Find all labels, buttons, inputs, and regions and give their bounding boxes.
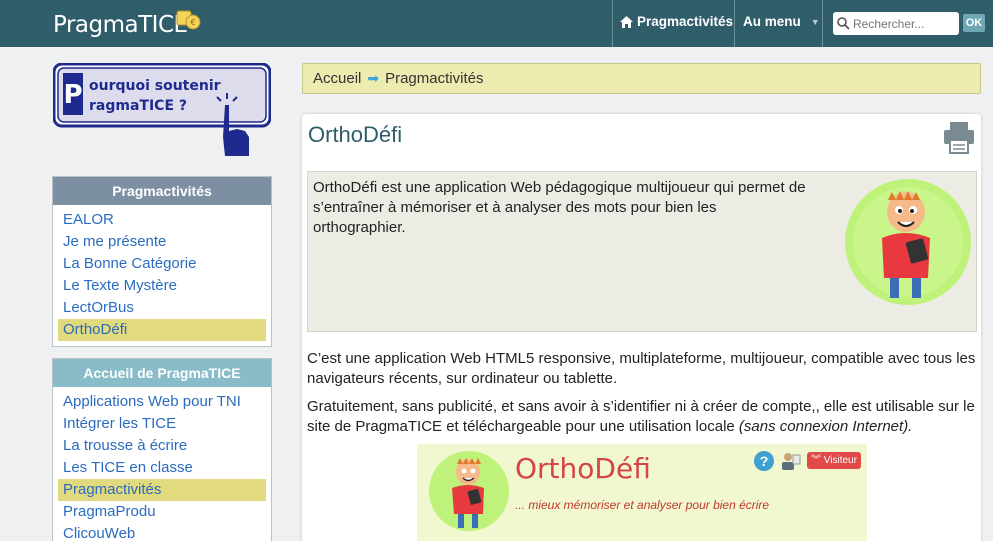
top-navigation-bar: PragmaTICE € Pragmactivités Au menu ▼ OK [0,0,993,47]
coins-icon: € [176,10,201,30]
support-pragmatice-banner[interactable]: P ourquoi soutenir ragmaTICE ? [53,63,271,158]
sidebar-pragmactivites-link[interactable]: OrthoDéfi [58,319,266,341]
app-title: OrthoDéfi [515,452,651,485]
breadcrumb-home[interactable]: Accueil [313,70,361,87]
sidebar-accueil-link[interactable]: Pragmactivités [58,479,266,501]
search-icon [837,17,850,30]
nav-divider [612,0,613,47]
nav-pragmactivites-label: Pragmactivités [637,14,734,29]
paragraph-free-italic: (sans connexion Internet). [738,418,913,435]
teacher-user-icon[interactable] [779,451,801,471]
search-field [833,12,959,35]
sidebar-accueil-link[interactable]: PragmaProdu [58,501,266,523]
sidebar-panel-pragmactivites: Pragmactivités EALOR Je me présente La Bon… [52,176,272,347]
breadcrumb: Accueil ➡ Pragmactivités [302,63,981,94]
site-logo[interactable]: PragmaTICE [53,12,188,38]
page-title: OrthoDéfi [308,122,403,147]
sidebar-pragmactivites-link[interactable]: Je me présente [58,231,266,253]
panel-title: Pragmactivités [53,177,271,205]
sidebar-pragmactivites-link[interactable]: Le Texte Mystère [58,275,266,297]
help-icon[interactable]: ? [754,451,774,471]
mascot-with-tablet-image [845,179,971,305]
search-ok-button[interactable]: OK [963,14,985,32]
sidebar-pragmactivites-link[interactable]: LectOrBus [58,297,266,319]
sidebar-panel-accueil: Accueil de PragmaTICE Applications Web p… [52,358,272,541]
sidebar-pragmactivites-link[interactable]: La Bonne Catégorie [58,253,266,275]
panel-links: Applications Web pour TNI Intégrer les TI… [53,387,271,541]
mascot-avatar-image [429,451,509,531]
home-icon [620,15,633,28]
promo-initial: P [63,80,82,110]
app-subtitle: ... mieux mémoriser et analyser pour bie… [515,498,770,512]
nav-divider [734,0,735,47]
chevron-down-icon: ▼ [810,16,820,27]
promo-line2: ragmaTICE ? [89,98,187,114]
print-icon[interactable] [943,120,975,154]
nav-au-menu[interactable]: Au menu ▼ [743,14,820,29]
paragraph-html5: C’est une application Web HTML5 responsi… [307,350,976,387]
sidebar-accueil-link[interactable]: Les TICE en classe [58,457,266,479]
promo-line1: ourquoi soutenir [89,78,221,94]
sidebar-accueil-link[interactable]: Applications Web pour TNI [58,391,266,413]
intro-box: OrthoDéfi est une application Web pédago… [307,171,977,332]
panel-links: EALOR Je me présente La Bonne Catégorie Le … [53,205,271,345]
visitor-login-button[interactable]: ︾ Visiteur [807,452,861,469]
intro-text: OrthoDéfi est une application Web pédago… [313,179,806,236]
double-chevron-down-icon: ︾ [811,455,821,466]
nav-pragmactivites[interactable]: Pragmactivités [620,14,733,29]
sidebar-pragmactivites-link[interactable]: EALOR [58,209,266,231]
nav-au-menu-label: Au menu [743,14,801,29]
panel-title: Accueil de PragmaTICE [53,359,271,387]
nav-divider [822,0,823,47]
paragraph-free: Gratuitement, sans publicité, et sans av… [307,397,977,437]
visitor-label: Visiteur [823,455,857,466]
sidebar-accueil-link[interactable]: ClicouWeb [58,523,266,541]
sidebar-accueil-link[interactable]: La trousse à écrire [58,435,266,457]
svg-text:€: € [190,18,195,27]
sidebar-accueil-link[interactable]: Intégrer les TICE [58,413,266,435]
arrow-right-icon: ➡ [367,70,380,86]
search-input[interactable] [853,16,953,31]
orthodefi-app-banner[interactable]: OrthoDéfi ... mieux mémoriser et analyse… [417,444,867,541]
article-card: OrthoDéfi OrthoDéfi est une application … [302,114,981,541]
breadcrumb-current[interactable]: Pragmactivités [385,70,483,87]
